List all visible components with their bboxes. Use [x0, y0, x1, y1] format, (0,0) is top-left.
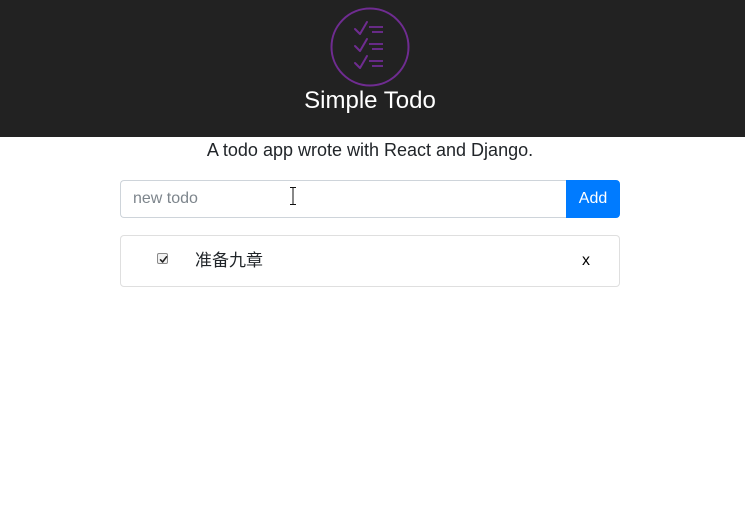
todo-checkbox[interactable] — [157, 253, 168, 264]
todo-item: 准备九章 x — [120, 235, 620, 287]
add-todo-button[interactable]: Add — [566, 180, 620, 218]
text-cursor-icon — [290, 187, 296, 205]
app-tagline: A todo app wrote with React and Django. — [206, 140, 534, 160]
delete-todo-button[interactable]: x — [577, 250, 595, 272]
todo-text: 准备九章 — [195, 251, 263, 271]
todo-list: 准备九章 x — [120, 235, 620, 287]
app-header: Simple Todo — [0, 0, 745, 137]
new-todo-input[interactable] — [120, 180, 566, 218]
app-title: Simple Todo — [304, 87, 436, 114]
checklist-icon — [330, 7, 410, 87]
new-todo-form: Add — [120, 180, 620, 218]
checkmark-icon — [159, 255, 168, 263]
